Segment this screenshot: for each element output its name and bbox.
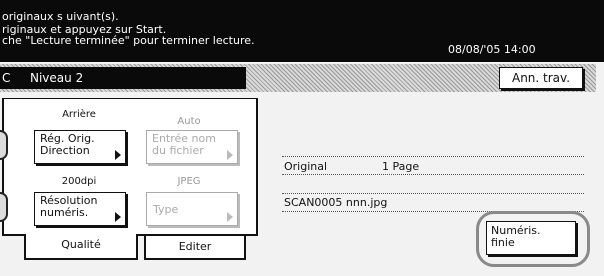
level-indicator: C Niveau 2 [0, 67, 246, 89]
divider [282, 156, 584, 157]
page-count: 1 Page [382, 160, 420, 173]
date-time: 08/08/'05 14:00 [448, 43, 536, 56]
original-direction-label-2: Direction [40, 144, 90, 157]
message-bar: originaux s uivant(s). riginaux et appuy… [0, 0, 604, 62]
file-type-button[interactable]: Type [146, 192, 238, 226]
file-format-value: JPEG [177, 176, 201, 187]
arrow-right-icon [115, 212, 121, 222]
cancel-job-button[interactable]: Ann. trav. [499, 67, 583, 89]
resolution-value: 200dpi [61, 176, 97, 187]
scan-resolution-label-2: numéris. [40, 206, 89, 219]
arrow-right-icon [227, 150, 233, 160]
message-line-1: originaux s uivant(s). [2, 10, 119, 23]
original-label: Original [284, 160, 328, 173]
left-scroll-handle-lower[interactable] [0, 192, 8, 222]
file-name: SCAN0005 nnn.jpg [284, 196, 388, 209]
level-prefix: C [2, 71, 11, 85]
message-line-3: che "Lecture terminée" pour terminer lec… [2, 34, 255, 47]
file-type-label: Type [153, 203, 179, 216]
copier-panel-screen: originaux s uivant(s). riginaux et appuy… [0, 0, 604, 276]
filename-mode-value: Auto [177, 116, 201, 127]
tab-edit[interactable]: Editer [144, 234, 246, 260]
orientation-value: Arrière [62, 109, 96, 120]
original-direction-button[interactable]: Rég. Orig. Direction [34, 130, 126, 164]
left-scroll-handle-upper[interactable] [0, 130, 8, 160]
scan-finished-button[interactable]: Numéris. finie [486, 221, 576, 255]
divider [282, 174, 584, 175]
scan-resolution-button[interactable]: Résolution numéris. [34, 192, 126, 226]
level-bar: C Niveau 2 Ann. trav. [0, 64, 596, 92]
level-text: Niveau 2 [30, 71, 84, 85]
file-name-entry-label-2: du fichier [152, 144, 204, 157]
divider [282, 193, 584, 194]
arrow-right-icon [115, 150, 121, 160]
scan-finished-label-2: finie [491, 236, 515, 249]
tab-quality[interactable]: Qualité [24, 234, 138, 260]
arrow-right-icon [227, 212, 233, 222]
file-name-entry-button[interactable]: Entrée nom du fichier [146, 130, 238, 164]
